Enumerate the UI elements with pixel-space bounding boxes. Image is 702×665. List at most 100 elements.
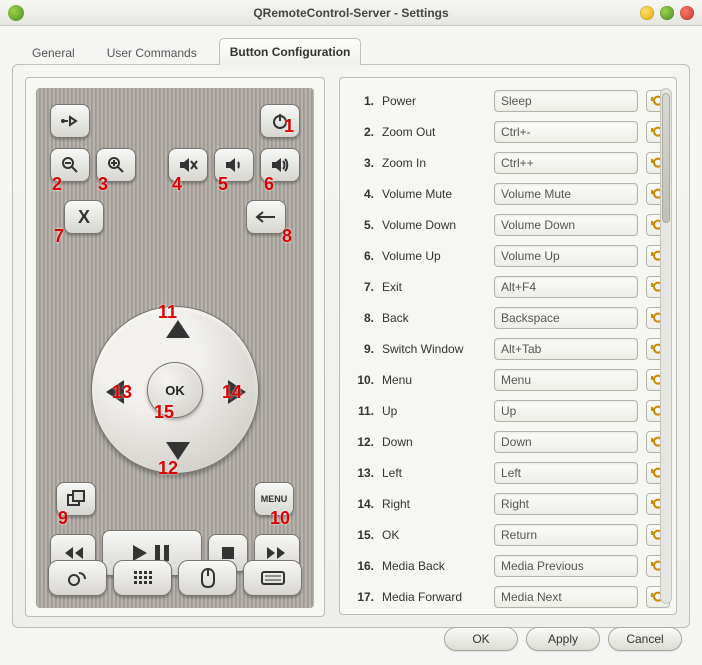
config-row-label: Menu [382,373,486,387]
exit-icon[interactable]: X [64,200,104,234]
config-row-label: Back [382,311,486,325]
remote-tab-icon[interactable] [48,560,107,596]
apply-button[interactable]: Apply [526,627,600,651]
config-row: 9. Switch Window Alt+Tab [350,336,670,361]
tab-general[interactable]: General [22,40,85,65]
config-row-value[interactable]: Alt+F4 [494,276,638,298]
config-row-label: Zoom In [382,156,486,170]
keyboard-tab-icon[interactable] [243,560,302,596]
config-row-label: Volume Down [382,218,486,232]
config-row: 4. Volume Mute Volume Mute [350,181,670,206]
config-row-value[interactable]: Backspace [494,307,638,329]
config-row-number: 6. [350,249,374,263]
keypad-tab-icon[interactable] [113,560,172,596]
menu-button[interactable]: MENU [254,482,294,516]
config-row: 11.UpUp [350,398,670,423]
marker-7: 7 [54,226,64,247]
tab-user-commands[interactable]: User Commands [97,40,207,65]
window-titlebar: QRemoteControl-Server - Settings [0,0,702,26]
config-row-label: Left [382,466,486,480]
scrollbar-thumb[interactable] [662,93,670,223]
config-row-value[interactable]: Media Next [494,586,638,608]
config-row-number: 12. [350,435,374,449]
config-row-label: OK [382,528,486,542]
zoom-out-icon[interactable] [50,148,90,182]
dpad-ok-button[interactable]: OK [147,362,203,418]
remote-bottom-bar [48,560,302,596]
config-row-value[interactable]: Down [494,431,638,453]
config-row-label: Exit [382,280,486,294]
config-row-value[interactable]: Volume Up [494,245,638,267]
cancel-button[interactable]: Cancel [608,627,682,651]
button-config-panel: 1 2 3 4 5 [12,64,690,628]
config-row-label: Switch Window [382,342,486,356]
config-row-number: 3. [350,156,374,170]
back-icon[interactable] [246,200,286,234]
config-row-value[interactable]: Volume Mute [494,183,638,205]
config-row-value[interactable]: Right [494,493,638,515]
config-row: 12.DownDown [350,429,670,454]
config-row-number: 2. [350,125,374,139]
config-scrollbar[interactable] [660,88,672,604]
zoom-in-icon[interactable] [96,148,136,182]
config-row-label: Zoom Out [382,125,486,139]
button-config-list: 1.PowerSleep2.Zoom OutCtrl+-3.Zoom InCtr… [339,77,677,615]
config-row-number: 5. [350,218,374,232]
config-row: 2. Zoom Out Ctrl+- [350,119,670,144]
tab-button-configuration[interactable]: Button Configuration [219,38,362,65]
dialog-buttons: OK Apply Cancel [444,627,682,651]
ok-button[interactable]: OK [444,627,518,651]
dpad-up-icon[interactable] [166,320,190,338]
minimize-icon[interactable] [640,6,654,20]
config-row-label: Volume Mute [382,187,486,201]
config-row-number: 11. [350,404,374,418]
config-row-number: 8. [350,311,374,325]
config-row-label: Volume Up [382,249,486,263]
tabs-bar: General User Commands Button Configurati… [12,34,690,65]
config-row-value[interactable]: Media Previous [494,555,638,577]
dpad-right-icon[interactable] [228,380,246,404]
config-row-value[interactable]: Left [494,462,638,484]
config-row: 7. Exit Alt+F4 [350,274,670,299]
config-row: 15. OK Return [350,522,670,547]
window-title: QRemoteControl-Server - Settings [0,6,702,20]
app-logo-icon [8,5,24,21]
volume-up-icon[interactable] [260,148,300,182]
config-row: 14.RightRight [350,491,670,516]
close-icon[interactable] [680,6,694,20]
config-row-value[interactable]: Ctrl+- [494,121,638,143]
dpad-left-icon[interactable] [106,380,124,404]
maximize-icon[interactable] [660,6,674,20]
power-icon[interactable] [260,104,300,138]
config-row-number: 15. [350,528,374,542]
remote-preview: 1 2 3 4 5 [36,88,314,608]
config-row-label: Power [382,94,486,108]
config-row-number: 4. [350,187,374,201]
config-row-value[interactable]: Sleep [494,90,638,112]
config-row-value[interactable]: Up [494,400,638,422]
config-row: 16.Media BackMedia Previous [350,553,670,578]
config-row: 8. Back Backspace [350,305,670,330]
config-row-value[interactable]: Ctrl++ [494,152,638,174]
remote-preview-frame: 1 2 3 4 5 [25,77,325,617]
config-row-value[interactable]: Volume Down [494,214,638,236]
config-row-number: 9. [350,342,374,356]
config-row: 1.PowerSleep [350,88,670,113]
mouse-tab-icon[interactable] [178,560,237,596]
switch-window-icon[interactable] [56,482,96,516]
dpad-down-icon[interactable] [166,442,190,460]
config-row: 10.MenuMenu [350,367,670,392]
config-row-label: Right [382,497,486,511]
config-row-value[interactable]: Alt+Tab [494,338,638,360]
config-row-label: Media Back [382,559,486,573]
config-row-value[interactable]: Menu [494,369,638,391]
config-row-value[interactable]: Return [494,524,638,546]
config-row-number: 7. [350,280,374,294]
config-row: 13.LeftLeft [350,460,670,485]
window-controls [640,6,694,20]
config-row-label: Media Forward [382,590,486,604]
volume-mute-icon[interactable] [168,148,208,182]
config-row: 5. Volume Down Volume Down [350,212,670,237]
plug-icon[interactable] [50,104,90,138]
volume-down-icon[interactable] [214,148,254,182]
